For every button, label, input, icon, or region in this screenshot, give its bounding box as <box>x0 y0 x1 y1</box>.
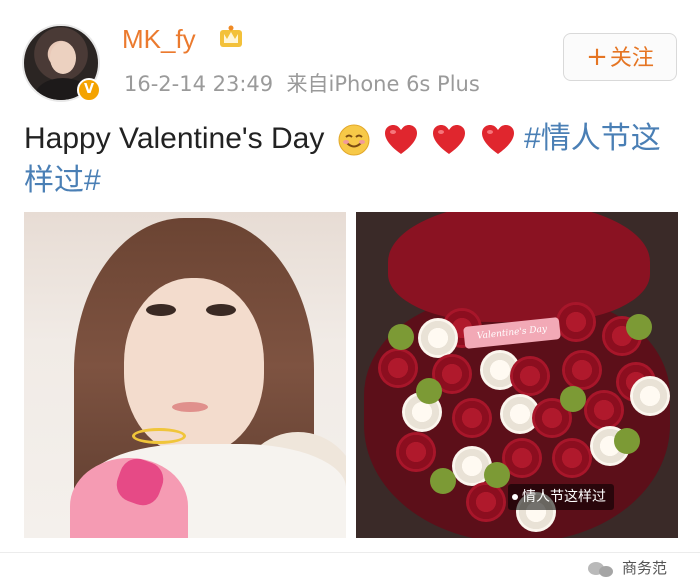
red-rose <box>452 398 492 438</box>
red-rose <box>466 482 506 522</box>
photo-face <box>124 278 264 454</box>
photo-eye <box>206 304 236 316</box>
roses-photo[interactable]: Valentine's Day 情人节这样过 <box>356 212 678 538</box>
heart-emoji-icon <box>385 125 418 155</box>
white-rose <box>418 318 458 358</box>
post-source[interactable]: 来自iPhone 6s Plus <box>287 72 480 96</box>
follow-label: 关注 <box>609 46 654 71</box>
divider <box>0 552 700 553</box>
red-rose <box>556 302 596 342</box>
heart-emoji-icon <box>481 125 514 155</box>
timestamp: 16-2-14 23:49 <box>124 72 274 96</box>
red-rose <box>552 438 592 478</box>
post-text-plain: Happy Valentine's Day <box>24 122 333 155</box>
smile-emoji-icon <box>338 124 370 156</box>
verified-badge-icon: V <box>77 78 101 102</box>
greenery <box>430 468 456 494</box>
watermark-label: 商务范 <box>622 559 668 577</box>
halo-sticker-icon <box>132 428 186 444</box>
photo-eye <box>146 304 176 316</box>
red-rose <box>584 390 624 430</box>
red-rose <box>562 350 602 390</box>
watermark: 商务范 <box>588 556 667 580</box>
weibo-post: V MK_fy 16-2-14 23:49 来自iPhone 6s Plus +… <box>0 0 700 584</box>
greenery <box>484 462 510 488</box>
white-rose <box>630 376 670 416</box>
greenery <box>560 386 586 412</box>
red-rose <box>510 356 550 396</box>
follow-button[interactable]: +关注 <box>563 33 677 81</box>
username[interactable]: MK_fy <box>122 22 196 56</box>
red-rose <box>378 348 418 388</box>
greenery <box>626 314 652 340</box>
selfie-photo[interactable] <box>24 212 346 538</box>
heart-box-lid <box>388 212 650 322</box>
red-rose <box>396 432 436 472</box>
avatar-face <box>50 42 76 74</box>
post-meta: 16-2-14 23:49 来自iPhone 6s Plus <box>124 70 480 98</box>
plus-icon: + <box>586 42 608 72</box>
post-text: Happy Valentine's Day #情人节这样过# <box>24 118 674 202</box>
photo-tag[interactable]: 情人节这样过 <box>508 484 614 510</box>
photo-lips <box>172 402 208 412</box>
greenery <box>416 378 442 404</box>
crown-icon <box>220 25 242 47</box>
greenery <box>388 324 414 350</box>
heart-emoji-icon <box>433 125 466 155</box>
greenery <box>614 428 640 454</box>
wechat-icon <box>588 560 618 578</box>
